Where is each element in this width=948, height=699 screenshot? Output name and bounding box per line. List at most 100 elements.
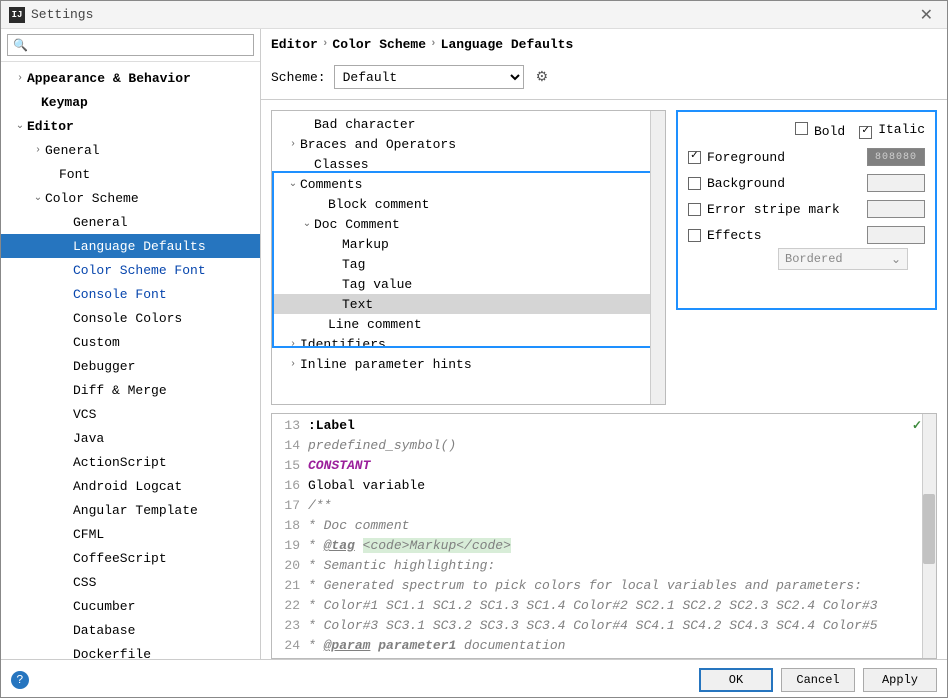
- foreground-label: Foreground: [707, 150, 867, 165]
- sidebar-item[interactable]: Console Colors: [1, 306, 260, 330]
- scrollbar-thumb[interactable]: [923, 494, 935, 564]
- sidebar-item[interactable]: Database: [1, 618, 260, 642]
- window-title: Settings: [31, 7, 914, 22]
- sidebar-item-label: Console Colors: [73, 311, 182, 326]
- sidebar-item[interactable]: ›Appearance & Behavior: [1, 66, 260, 90]
- sidebar-item[interactable]: CSS: [1, 570, 260, 594]
- sidebar-item-label: Color Scheme Font: [73, 263, 206, 278]
- code-line: * Color#1 SC1.1 SC1.2 SC1.3 SC1.4 Color#…: [308, 596, 922, 616]
- attribute-item[interactable]: Tag: [272, 254, 665, 274]
- preview-scrollbar[interactable]: [922, 414, 936, 658]
- attribute-item[interactable]: ›Braces and Operators: [272, 134, 665, 154]
- close-icon[interactable]: ✕: [914, 5, 939, 25]
- sidebar-item[interactable]: ⌄Color Scheme: [1, 186, 260, 210]
- sidebar-item-label: Color Scheme: [45, 191, 139, 206]
- code-preview[interactable]: :Labelpredefined_symbol()CONSTANTGlobal …: [308, 416, 922, 656]
- error-stripe-label: Error stripe mark: [707, 202, 867, 217]
- sidebar-item[interactable]: Dockerfile: [1, 642, 260, 659]
- sidebar-item-label: Dockerfile: [73, 647, 151, 660]
- error-stripe-swatch[interactable]: [867, 200, 925, 218]
- sidebar-item[interactable]: Keymap: [1, 90, 260, 114]
- sidebar-item[interactable]: Console Font: [1, 282, 260, 306]
- sidebar-item[interactable]: Android Logcat: [1, 474, 260, 498]
- sidebar-item-label: Console Font: [73, 287, 167, 302]
- attribute-item[interactable]: Tag value: [272, 274, 665, 294]
- attribute-item[interactable]: Bad character: [272, 114, 665, 134]
- attribute-item[interactable]: ›Inline parameter hints: [272, 354, 665, 374]
- sidebar-item-label: Language Defaults: [73, 239, 206, 254]
- line-number: 14: [272, 436, 306, 456]
- foreground-checkbox[interactable]: [688, 151, 701, 164]
- sidebar-item[interactable]: Angular Template: [1, 498, 260, 522]
- sidebar-item[interactable]: Color Scheme Font: [1, 258, 260, 282]
- cancel-button[interactable]: Cancel: [781, 668, 855, 692]
- sidebar-item[interactable]: Debugger: [1, 354, 260, 378]
- sidebar-item[interactable]: ActionScript: [1, 450, 260, 474]
- sidebar-item-label: VCS: [73, 407, 96, 422]
- chevron-icon: ⌄: [13, 120, 27, 132]
- code-line: Global variable: [308, 476, 922, 496]
- ok-button[interactable]: OK: [699, 668, 773, 692]
- effects-type-select[interactable]: Bordered⌄: [778, 248, 908, 270]
- sidebar-item[interactable]: Diff & Merge: [1, 378, 260, 402]
- sidebar-item-label: Editor: [27, 119, 74, 134]
- effects-label: Effects: [707, 228, 867, 243]
- line-gutter: 131415161718192021222324: [272, 414, 306, 658]
- effects-checkbox[interactable]: [688, 229, 701, 242]
- sidebar-item[interactable]: VCS: [1, 402, 260, 426]
- attribute-item[interactable]: ⌄Doc Comment: [272, 214, 665, 234]
- error-stripe-checkbox[interactable]: [688, 203, 701, 216]
- sidebar-item[interactable]: ⌄Editor: [1, 114, 260, 138]
- gear-icon[interactable]: ⚙: [536, 69, 549, 86]
- line-number: 18: [272, 516, 306, 536]
- sidebar-item-label: Keymap: [41, 95, 88, 110]
- attribute-item[interactable]: Markup: [272, 234, 665, 254]
- attribute-label: Classes: [314, 157, 369, 172]
- sidebar-item[interactable]: Font: [1, 162, 260, 186]
- code-line: * @tag <code>Markup</code>: [308, 536, 922, 556]
- line-number: 16: [272, 476, 306, 496]
- chevron-icon: ⌄: [286, 178, 300, 190]
- attribute-item[interactable]: ›Identifiers: [272, 334, 665, 354]
- sidebar-item-label: General: [73, 215, 128, 230]
- apply-button[interactable]: Apply: [863, 668, 937, 692]
- bold-checkbox[interactable]: Bold: [795, 122, 845, 144]
- attribute-item[interactable]: Block comment: [272, 194, 665, 214]
- sidebar-item[interactable]: Cucumber: [1, 594, 260, 618]
- attribute-item[interactable]: Classes: [272, 154, 665, 174]
- sidebar-item[interactable]: ›General: [1, 138, 260, 162]
- sidebar-item-label: Diff & Merge: [73, 383, 167, 398]
- sidebar-item-label: Angular Template: [73, 503, 198, 518]
- sidebar-item[interactable]: Java: [1, 426, 260, 450]
- search-input[interactable]: [7, 34, 254, 56]
- italic-checkbox[interactable]: Italic: [859, 122, 925, 144]
- background-checkbox[interactable]: [688, 177, 701, 190]
- help-icon[interactable]: ?: [11, 671, 29, 689]
- sidebar-item[interactable]: General: [1, 210, 260, 234]
- attribute-label: Block comment: [328, 197, 429, 212]
- chevron-icon: ›: [286, 139, 300, 150]
- attribute-label: Doc Comment: [314, 217, 400, 232]
- attribute-item[interactable]: ⌄Comments: [272, 174, 665, 194]
- line-number: 15: [272, 456, 306, 476]
- scheme-row: Scheme: Default ⚙: [261, 57, 947, 100]
- sidebar: 🔍 ›Appearance & BehaviorKeymap⌄Editor›Ge…: [1, 29, 261, 659]
- chevron-icon: ›: [286, 359, 300, 370]
- line-number: 23: [272, 616, 306, 636]
- effects-swatch[interactable]: [867, 226, 925, 244]
- attribute-item[interactable]: Text: [272, 294, 665, 314]
- attribute-tree-wrap: Bad character›Braces and Operators Classe…: [271, 110, 666, 405]
- foreground-swatch[interactable]: 808080: [867, 148, 925, 166]
- attribute-item[interactable]: Line comment: [272, 314, 665, 334]
- chevron-icon: ›: [286, 339, 300, 350]
- sidebar-item-label: ActionScript: [73, 455, 167, 470]
- sidebar-item[interactable]: Custom: [1, 330, 260, 354]
- sidebar-item[interactable]: CoffeeScript: [1, 546, 260, 570]
- background-swatch[interactable]: [867, 174, 925, 192]
- background-label: Background: [707, 176, 867, 191]
- scheme-select[interactable]: Default: [334, 65, 524, 89]
- sidebar-item-label: CSS: [73, 575, 96, 590]
- sidebar-item[interactable]: CFML: [1, 522, 260, 546]
- line-number: 22: [272, 596, 306, 616]
- sidebar-item[interactable]: Language Defaults: [1, 234, 260, 258]
